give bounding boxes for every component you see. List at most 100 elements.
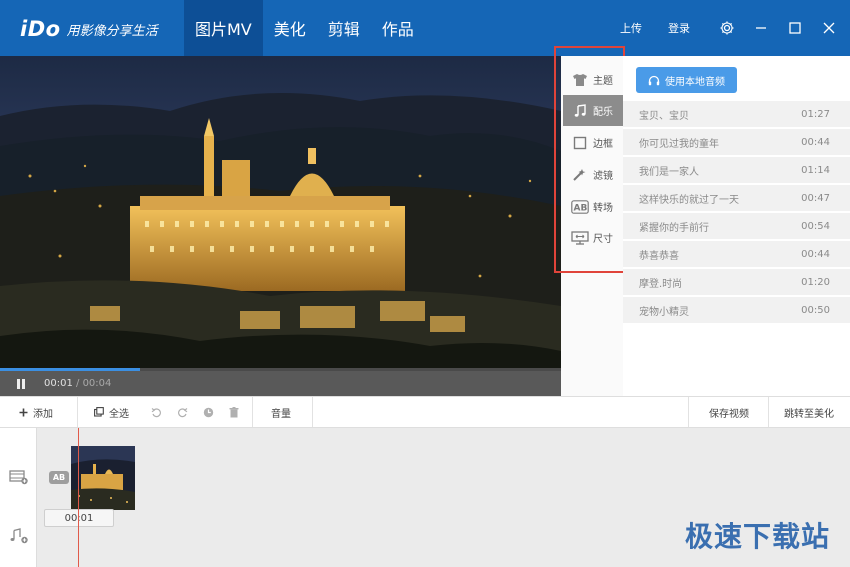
side-item-label: 边框 bbox=[593, 139, 613, 150]
video-preview[interactable] bbox=[0, 56, 561, 371]
preview-image bbox=[0, 56, 561, 371]
photo-clip[interactable] bbox=[71, 446, 135, 510]
song-title: 紧握你的手前行 bbox=[639, 222, 709, 234]
timer-icon[interactable] bbox=[203, 397, 214, 427]
main-nav: 图片MV 美化 剪辑 作品 bbox=[184, 0, 425, 56]
pause-icon[interactable] bbox=[14, 377, 28, 391]
login-link[interactable]: 登录 bbox=[668, 20, 690, 36]
song-duration: 01:14 bbox=[801, 164, 830, 176]
song-title: 摩登.时尚 bbox=[639, 278, 683, 290]
track-headers bbox=[0, 428, 37, 567]
tab-works[interactable]: 作品 bbox=[371, 0, 425, 56]
logo-text: iDo bbox=[20, 17, 61, 41]
total-time: 00:04 bbox=[82, 378, 112, 389]
side-item-music[interactable]: 配乐 bbox=[563, 95, 623, 126]
song-duration: 01:27 bbox=[801, 108, 830, 120]
logo-slogan: 用影像分享生活 bbox=[66, 23, 158, 39]
side-item-filter[interactable]: 滤镜 bbox=[563, 159, 623, 190]
save-video-label: 保存视频 bbox=[709, 408, 749, 420]
tab-picture-mv[interactable]: 图片MV bbox=[184, 0, 263, 56]
header-actions: 上传 登录 bbox=[620, 0, 850, 56]
undo-icon[interactable] bbox=[151, 397, 162, 427]
song-item[interactable]: 我们是一家人 01:14 bbox=[623, 157, 850, 183]
timeline-playhead[interactable] bbox=[78, 428, 79, 567]
transition-badge[interactable]: AB bbox=[49, 471, 69, 484]
side-item-label: 滤镜 bbox=[593, 171, 613, 182]
song-item[interactable]: 这样快乐的就过了一天 00:47 bbox=[623, 185, 850, 211]
song-item[interactable]: 你可见过我的童年 00:44 bbox=[623, 129, 850, 155]
song-title: 宠物小精灵 bbox=[639, 306, 689, 318]
side-item-theme[interactable]: 主题 bbox=[563, 64, 623, 95]
close-icon[interactable] bbox=[812, 0, 846, 56]
time-separator: / bbox=[72, 378, 83, 389]
player-controls: 00:01 / 00:04 bbox=[0, 371, 561, 396]
toolbar-divider bbox=[688, 397, 689, 427]
add-button[interactable]: 添加 bbox=[19, 397, 53, 427]
add-video-track-icon[interactable] bbox=[9, 469, 29, 485]
redo-icon[interactable] bbox=[177, 397, 188, 427]
song-title: 这样快乐的就过了一天 bbox=[639, 194, 739, 206]
song-title: 恭喜恭喜 bbox=[639, 250, 679, 262]
volume-button[interactable]: 音量 bbox=[271, 397, 291, 427]
use-local-audio-label: 使用本地音频 bbox=[665, 76, 725, 88]
side-item-frame[interactable]: 边框 bbox=[563, 127, 623, 158]
side-item-label: 转场 bbox=[593, 203, 613, 214]
headphones-icon bbox=[648, 75, 660, 86]
toolbar-divider bbox=[312, 397, 313, 427]
app-logo: iDo 用影像分享生活 bbox=[20, 14, 158, 44]
side-item-size[interactable]: 尺寸 bbox=[563, 222, 623, 253]
settings-gear-icon[interactable] bbox=[710, 0, 744, 56]
add-label: 添加 bbox=[33, 408, 53, 420]
song-duration: 00:47 bbox=[801, 192, 830, 204]
side-menu: 主题 配乐 边框 滤镜 AB 转场 尺寸 bbox=[561, 56, 623, 396]
volume-label: 音量 bbox=[271, 408, 291, 420]
save-video-button[interactable]: 保存视频 bbox=[709, 397, 749, 427]
frame-icon bbox=[571, 134, 589, 152]
goto-beautify-label: 跳转至美化 bbox=[784, 408, 834, 420]
svg-text:AB: AB bbox=[574, 203, 588, 213]
song-title: 你可见过我的童年 bbox=[639, 138, 719, 150]
select-all-button[interactable]: 全选 bbox=[94, 397, 129, 427]
song-duration: 01:20 bbox=[801, 276, 830, 288]
tab-beautify[interactable]: 美化 bbox=[263, 0, 317, 56]
side-item-transition[interactable]: AB 转场 bbox=[563, 191, 623, 222]
song-duration: 00:44 bbox=[801, 248, 830, 260]
song-item[interactable]: 恭喜恭喜 00:44 bbox=[623, 241, 850, 267]
tab-edit[interactable]: 剪辑 bbox=[317, 0, 371, 56]
music-panel: 使用本地音频 宝贝、宝贝 01:27 你可见过我的童年 00:44 我们是一家人 01… bbox=[623, 56, 850, 396]
clip-duration[interactable]: 00:01 bbox=[44, 509, 114, 527]
song-duration: 00:44 bbox=[801, 136, 830, 148]
title-bar: iDo 用影像分享生活 图片MV 美化 剪辑 作品 上传 登录 bbox=[0, 0, 850, 56]
delete-icon[interactable] bbox=[229, 397, 239, 427]
song-item[interactable]: 宠物小精灵 00:50 bbox=[623, 297, 850, 323]
goto-beautify-button[interactable]: 跳转至美化 bbox=[784, 397, 834, 427]
select-all-icon bbox=[94, 407, 104, 417]
select-all-label: 全选 bbox=[109, 408, 129, 420]
current-time: 00:01 bbox=[44, 378, 73, 389]
watermark-text: 极速下载站 bbox=[684, 520, 830, 553]
song-duration: 00:54 bbox=[801, 220, 830, 232]
song-title: 宝贝、宝贝 bbox=[639, 110, 689, 122]
music-note-icon bbox=[571, 102, 589, 120]
side-item-label: 主题 bbox=[593, 76, 613, 87]
song-item[interactable]: 宝贝、宝贝 01:27 bbox=[623, 101, 850, 127]
song-item[interactable]: 紧握你的手前行 00:54 bbox=[623, 213, 850, 239]
tshirt-icon bbox=[571, 71, 589, 89]
use-local-audio-button[interactable]: 使用本地音频 bbox=[636, 67, 737, 93]
toolbar-divider bbox=[768, 397, 769, 427]
maximize-icon[interactable] bbox=[778, 0, 812, 56]
clip-thumbnail bbox=[71, 446, 135, 510]
toolbar-divider bbox=[252, 397, 253, 427]
toolbar-divider bbox=[77, 397, 78, 427]
transition-icon: AB bbox=[571, 198, 589, 216]
side-item-label: 尺寸 bbox=[593, 234, 613, 245]
add-music-track-icon[interactable] bbox=[9, 528, 29, 544]
magic-wand-icon bbox=[571, 166, 589, 184]
app-window: iDo 用影像分享生活 图片MV 美化 剪辑 作品 上传 登录 00:01 / … bbox=[0, 0, 850, 567]
side-item-label: 配乐 bbox=[593, 107, 613, 118]
upload-link[interactable]: 上传 bbox=[620, 20, 642, 36]
song-item[interactable]: 摩登.时尚 01:20 bbox=[623, 269, 850, 295]
plus-icon bbox=[19, 408, 28, 417]
minimize-icon[interactable] bbox=[744, 0, 778, 56]
edit-toolbar: 添加 全选 音量 保存视频 跳转至美化 bbox=[0, 396, 850, 428]
